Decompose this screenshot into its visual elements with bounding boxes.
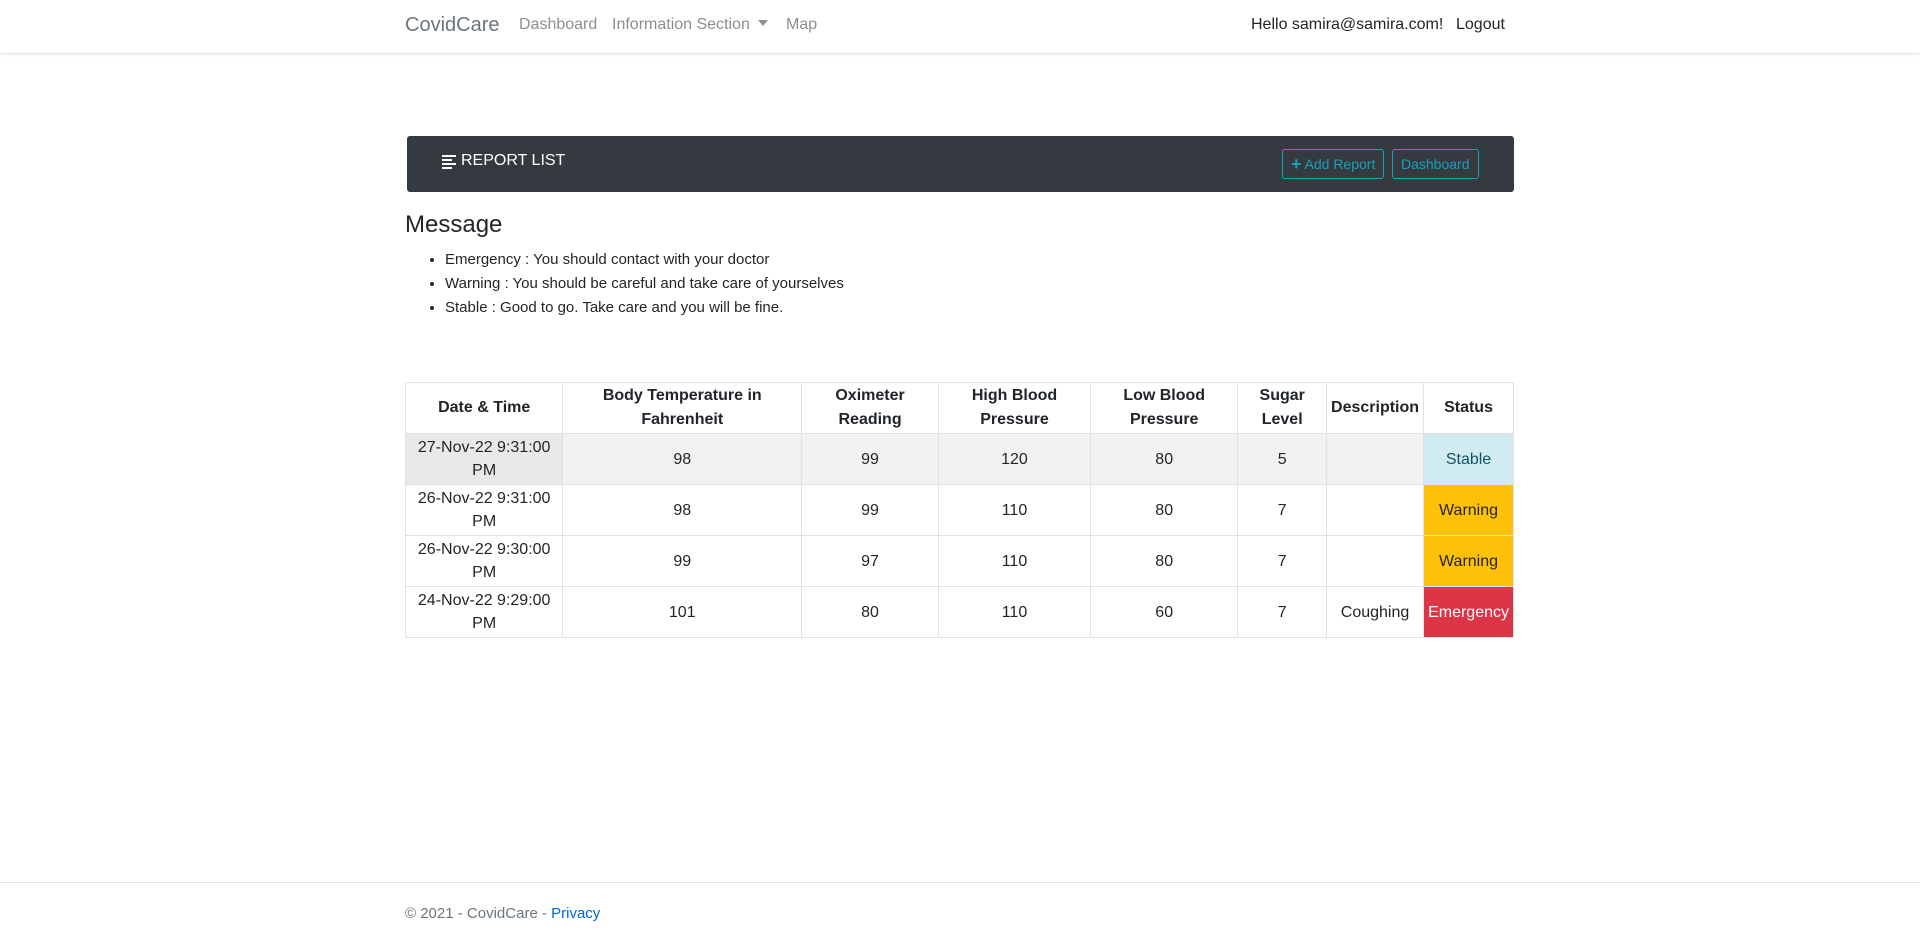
top-navbar: CovidCare Dashboard Information Section … (0, 0, 1920, 54)
sugar-level-cell: 5 (1237, 433, 1328, 485)
low-bp-cell: 80 (1090, 433, 1239, 485)
message-list: Emergency : You should contact with your… (445, 248, 844, 320)
description-cell: Coughing (1326, 586, 1425, 638)
temperature-cell: 98 (562, 484, 803, 536)
nav-dashboard-link[interactable]: Dashboard (519, 16, 597, 34)
oximeter-cell: 97 (801, 535, 939, 587)
date-time-cell: 26-Nov-22 9:30:00 PM (404, 535, 564, 587)
status-badge: Stable (1423, 433, 1514, 485)
oximeter-cell: 99 (801, 433, 939, 485)
sugar-level-cell: 7 (1237, 535, 1328, 587)
column-header: Sugar Level (1237, 382, 1328, 434)
dashboard-button[interactable]: Dashboard (1392, 149, 1479, 179)
table-row: 26-Nov-22 9:30:00 PM 99 97 110 80 7 Warn… (404, 535, 1514, 587)
message-item-stable: Stable : Good to go. Take care and you w… (445, 296, 844, 320)
high-bp-cell: 110 (937, 484, 1092, 536)
date-time-cell: 26-Nov-22 9:31:00 PM (404, 484, 564, 536)
low-bp-cell: 80 (1090, 535, 1239, 587)
low-bp-cell: 80 (1090, 484, 1239, 536)
high-bp-cell: 110 (937, 586, 1092, 638)
description-cell (1326, 433, 1425, 485)
message-item-emergency: Emergency : You should contact with your… (445, 248, 844, 272)
report-list-header: REPORT LIST + Add Report Dashboard (407, 136, 1514, 192)
user-greeting-link[interactable]: Hello samira@samira.com! (1251, 16, 1443, 34)
add-report-label: Add Report (1304, 156, 1376, 172)
column-header: Low Blood Pressure (1090, 382, 1239, 434)
table-header-row: Date & Time Body Temperature in Fahrenhe… (404, 382, 1514, 434)
dashboard-button-label: Dashboard (1401, 156, 1470, 172)
sugar-level-cell: 7 (1237, 484, 1328, 536)
date-time-cell: 27-Nov-22 9:31:00 PM (404, 433, 564, 485)
status-badge: Warning (1423, 484, 1514, 536)
table-row: 27-Nov-22 9:31:00 PM 98 99 120 80 5 Stab… (404, 433, 1514, 485)
column-header: Oximeter Reading (801, 382, 939, 434)
column-header: High Blood Pressure (937, 382, 1092, 434)
logout-button[interactable]: Logout (1456, 16, 1505, 34)
privacy-link[interactable]: Privacy (551, 905, 600, 922)
nav-information-section-label: Information Section (612, 16, 750, 33)
oximeter-cell: 80 (801, 586, 939, 638)
high-bp-cell: 110 (937, 535, 1092, 587)
column-header: Date & Time (404, 382, 564, 434)
temperature-cell: 101 (562, 586, 803, 638)
report-table: Date & Time Body Temperature in Fahrenhe… (404, 382, 1514, 638)
nav-map-link[interactable]: Map (786, 16, 817, 34)
column-header: Body Temperature in Fahrenheit (562, 382, 803, 434)
report-list-title: REPORT LIST (442, 152, 565, 170)
oximeter-cell: 99 (801, 484, 939, 536)
report-list-label: REPORT LIST (461, 152, 566, 169)
low-bp-cell: 60 (1090, 586, 1239, 638)
status-badge: Emergency (1423, 586, 1514, 638)
sugar-level-cell: 7 (1237, 586, 1328, 638)
description-cell (1326, 484, 1425, 536)
message-heading: Message (405, 211, 503, 238)
description-cell (1326, 535, 1425, 587)
column-header: Status (1423, 382, 1514, 434)
temperature-cell: 99 (562, 535, 803, 587)
high-bp-cell: 120 (937, 433, 1092, 485)
page-footer: © 2021 - CovidCare - Privacy (0, 882, 1920, 939)
table-row: 24-Nov-22 9:29:00 PM 101 80 110 60 7 Cou… (404, 586, 1514, 638)
chevron-down-icon (757, 20, 768, 26)
copyright-text: © 2021 - CovidCare - (405, 905, 552, 922)
plus-icon: + (1291, 154, 1302, 174)
nav-information-section-dropdown[interactable]: Information Section (612, 16, 768, 34)
message-item-warning: Warning : You should be careful and take… (445, 272, 844, 296)
footer-text: © 2021 - CovidCare - Privacy (405, 905, 600, 922)
column-header: Description (1326, 382, 1425, 434)
temperature-cell: 98 (562, 433, 803, 485)
add-report-button[interactable]: + Add Report (1282, 149, 1385, 179)
date-time-cell: 24-Nov-22 9:29:00 PM (404, 586, 564, 638)
list-icon (442, 154, 457, 169)
table-row: 26-Nov-22 9:31:00 PM 98 99 110 80 7 Warn… (404, 484, 1514, 536)
brand-link[interactable]: CovidCare (405, 14, 499, 37)
status-badge: Warning (1423, 535, 1514, 587)
